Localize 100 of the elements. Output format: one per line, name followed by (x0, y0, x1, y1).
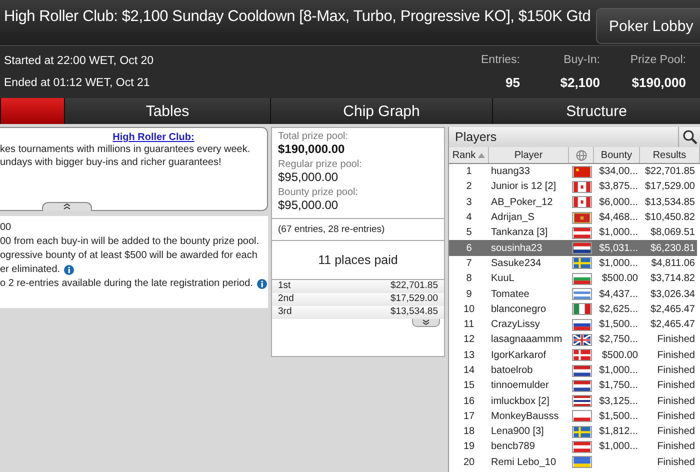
player-row[interactable]: 6 sousinha23 $5,031... $6,230.81 (449, 240, 697, 256)
tab[interactable]: Tables (64, 98, 270, 124)
player-cell-text: Tankanza [3] (490, 227, 549, 238)
stat-label: Entries: (481, 54, 520, 66)
rank-cell-text: 13 (462, 350, 476, 361)
flag-icon (572, 272, 592, 285)
payout-amount: $17,529.00 (390, 293, 438, 306)
result-cell-text: $4,811.06 (650, 258, 696, 269)
rank-cell-text: 14 (462, 365, 476, 376)
result-cell-text: Finished (656, 365, 696, 376)
flag-icon (572, 212, 592, 224)
search-icon (682, 129, 698, 145)
rank-cell-text: 7 (465, 258, 473, 269)
bounty-cell-text: $1,500... (598, 410, 639, 422)
result-cell-text: Finished (656, 350, 696, 361)
pool-value: $95,000.00 (278, 170, 340, 184)
collapse-button[interactable] (42, 202, 92, 211)
rank-cell-text: 17 (462, 410, 476, 422)
flag-icon (572, 410, 592, 422)
rank-cell-text: 18 (462, 426, 476, 438)
player-cell-text: Sasuke234 (490, 258, 542, 269)
player-cell-text: Adrijan_S (490, 212, 536, 224)
player-cell-text: AB_Poker_12 (490, 196, 554, 208)
bounty-cell-text: $5,031... (598, 242, 639, 254)
info-icon[interactable] (256, 278, 267, 288)
pool-value: $190,000.00 (278, 142, 346, 156)
column-header[interactable]: Results (640, 147, 700, 163)
rank-cell-text: 12 (462, 334, 476, 346)
start-time: Started at 22:00 WET, Oct 20 (4, 55, 154, 67)
club-link[interactable]: High Roller Club: (112, 132, 194, 143)
end-time: Ended at 01:12 WET, Oct 21 (4, 77, 151, 89)
bounty-cell-text: $500.00 (600, 273, 639, 284)
flag-icon (572, 426, 592, 438)
pool-label: Bounty prize pool: (278, 187, 360, 198)
stat-label: Prize Pool: (630, 54, 686, 66)
column-header[interactable]: Bounty (594, 147, 640, 163)
flag-icon (572, 456, 592, 468)
player-cell-text: Remi Lebo_10 (490, 456, 558, 468)
bounty-cell-text: $34,00... (598, 166, 639, 178)
flag-icon (572, 395, 592, 408)
result-cell-text: Finished (656, 396, 696, 407)
player-cell-text: tinnoemulder (490, 380, 550, 392)
info-icon[interactable] (64, 264, 74, 274)
stat-value: $190,000 (632, 74, 686, 90)
player-cell-text: MonkeyBausss (490, 410, 560, 422)
bounty-cell-text: $6,000... (598, 196, 639, 208)
bounty-cell-text: $4,437... (598, 288, 639, 300)
result-cell-text: Finished (656, 380, 696, 392)
bounty-cell-text: $3,875... (598, 181, 639, 192)
detail-text: er eliminated. (0, 264, 60, 275)
player-cell-text: huang33 (490, 166, 531, 178)
flag-icon (572, 226, 592, 239)
rank-cell-text: 4 (465, 212, 473, 224)
bounty-cell-text: $4,468... (598, 212, 639, 224)
column-header[interactable]: Player (489, 147, 569, 163)
player-cell-text: imluckbox [2] (490, 396, 550, 407)
stat-value: 95 (506, 74, 520, 90)
payout-place: 3rd (278, 306, 292, 319)
rank-cell-text: 9 (465, 288, 473, 300)
bounty-cell-text: $2,625... (598, 304, 639, 315)
expand-button[interactable] (412, 319, 440, 327)
result-cell-text: Finished (656, 441, 696, 452)
rank-cell-text: 5 (465, 227, 473, 238)
player-cell-text: bencb789 (490, 441, 536, 452)
player-cell-text: batoelrob (490, 365, 534, 376)
column-header[interactable]: Rank (449, 147, 489, 163)
flag-icon (572, 380, 592, 392)
result-cell-text: $2,465.47 (650, 319, 696, 330)
poker-lobby-button[interactable]: Poker Lobby (596, 8, 700, 44)
rank-cell-text: 16 (462, 396, 476, 407)
player-cell-text: IgorKarkarof (490, 350, 548, 361)
rank-cell-text: 8 (465, 273, 473, 284)
pool-value: $95,000.00 (278, 198, 340, 212)
result-cell-text: $3,714.82 (650, 273, 696, 284)
result-cell-text: $13,534.85 (644, 196, 696, 208)
player-row[interactable]: 5 Tankanza [3] $1,000... $8,069.51 (449, 225, 697, 240)
flag-icon (572, 257, 592, 270)
detail-text: 00 (0, 222, 12, 233)
flag-icon (572, 180, 592, 193)
tab[interactable]: Chip Graph (270, 98, 492, 124)
player-cell-text: sousinha23 (490, 242, 544, 254)
globe-icon (576, 150, 586, 160)
flag-icon (572, 318, 592, 331)
bounty-cell-text: $1,500... (598, 319, 639, 330)
player-cell-text: Junior is 12 [2] (490, 181, 558, 192)
detail-text: ogressive bounty of at least $500 will be awarded for each (0, 250, 258, 261)
rank-cell-text: 6 (465, 242, 473, 254)
flag-icon (572, 242, 592, 254)
bounty-cell-text: $3,125... (598, 396, 639, 407)
flag-icon (572, 349, 592, 362)
flag-icon (572, 440, 592, 453)
bounty-cell-text: $1,000... (598, 441, 639, 452)
bounty-cell-text: $1,750... (598, 380, 639, 392)
bounty-cell-text: $1,812... (598, 426, 639, 438)
tab[interactable]: Structure (492, 98, 700, 124)
rank-cell-text: 20 (462, 456, 476, 468)
result-cell-text: $10,450.82 (644, 212, 696, 224)
rank-cell-text: 11 (462, 319, 476, 330)
flag-icon (572, 166, 592, 178)
result-cell-text: $2,465.47 (650, 304, 696, 315)
